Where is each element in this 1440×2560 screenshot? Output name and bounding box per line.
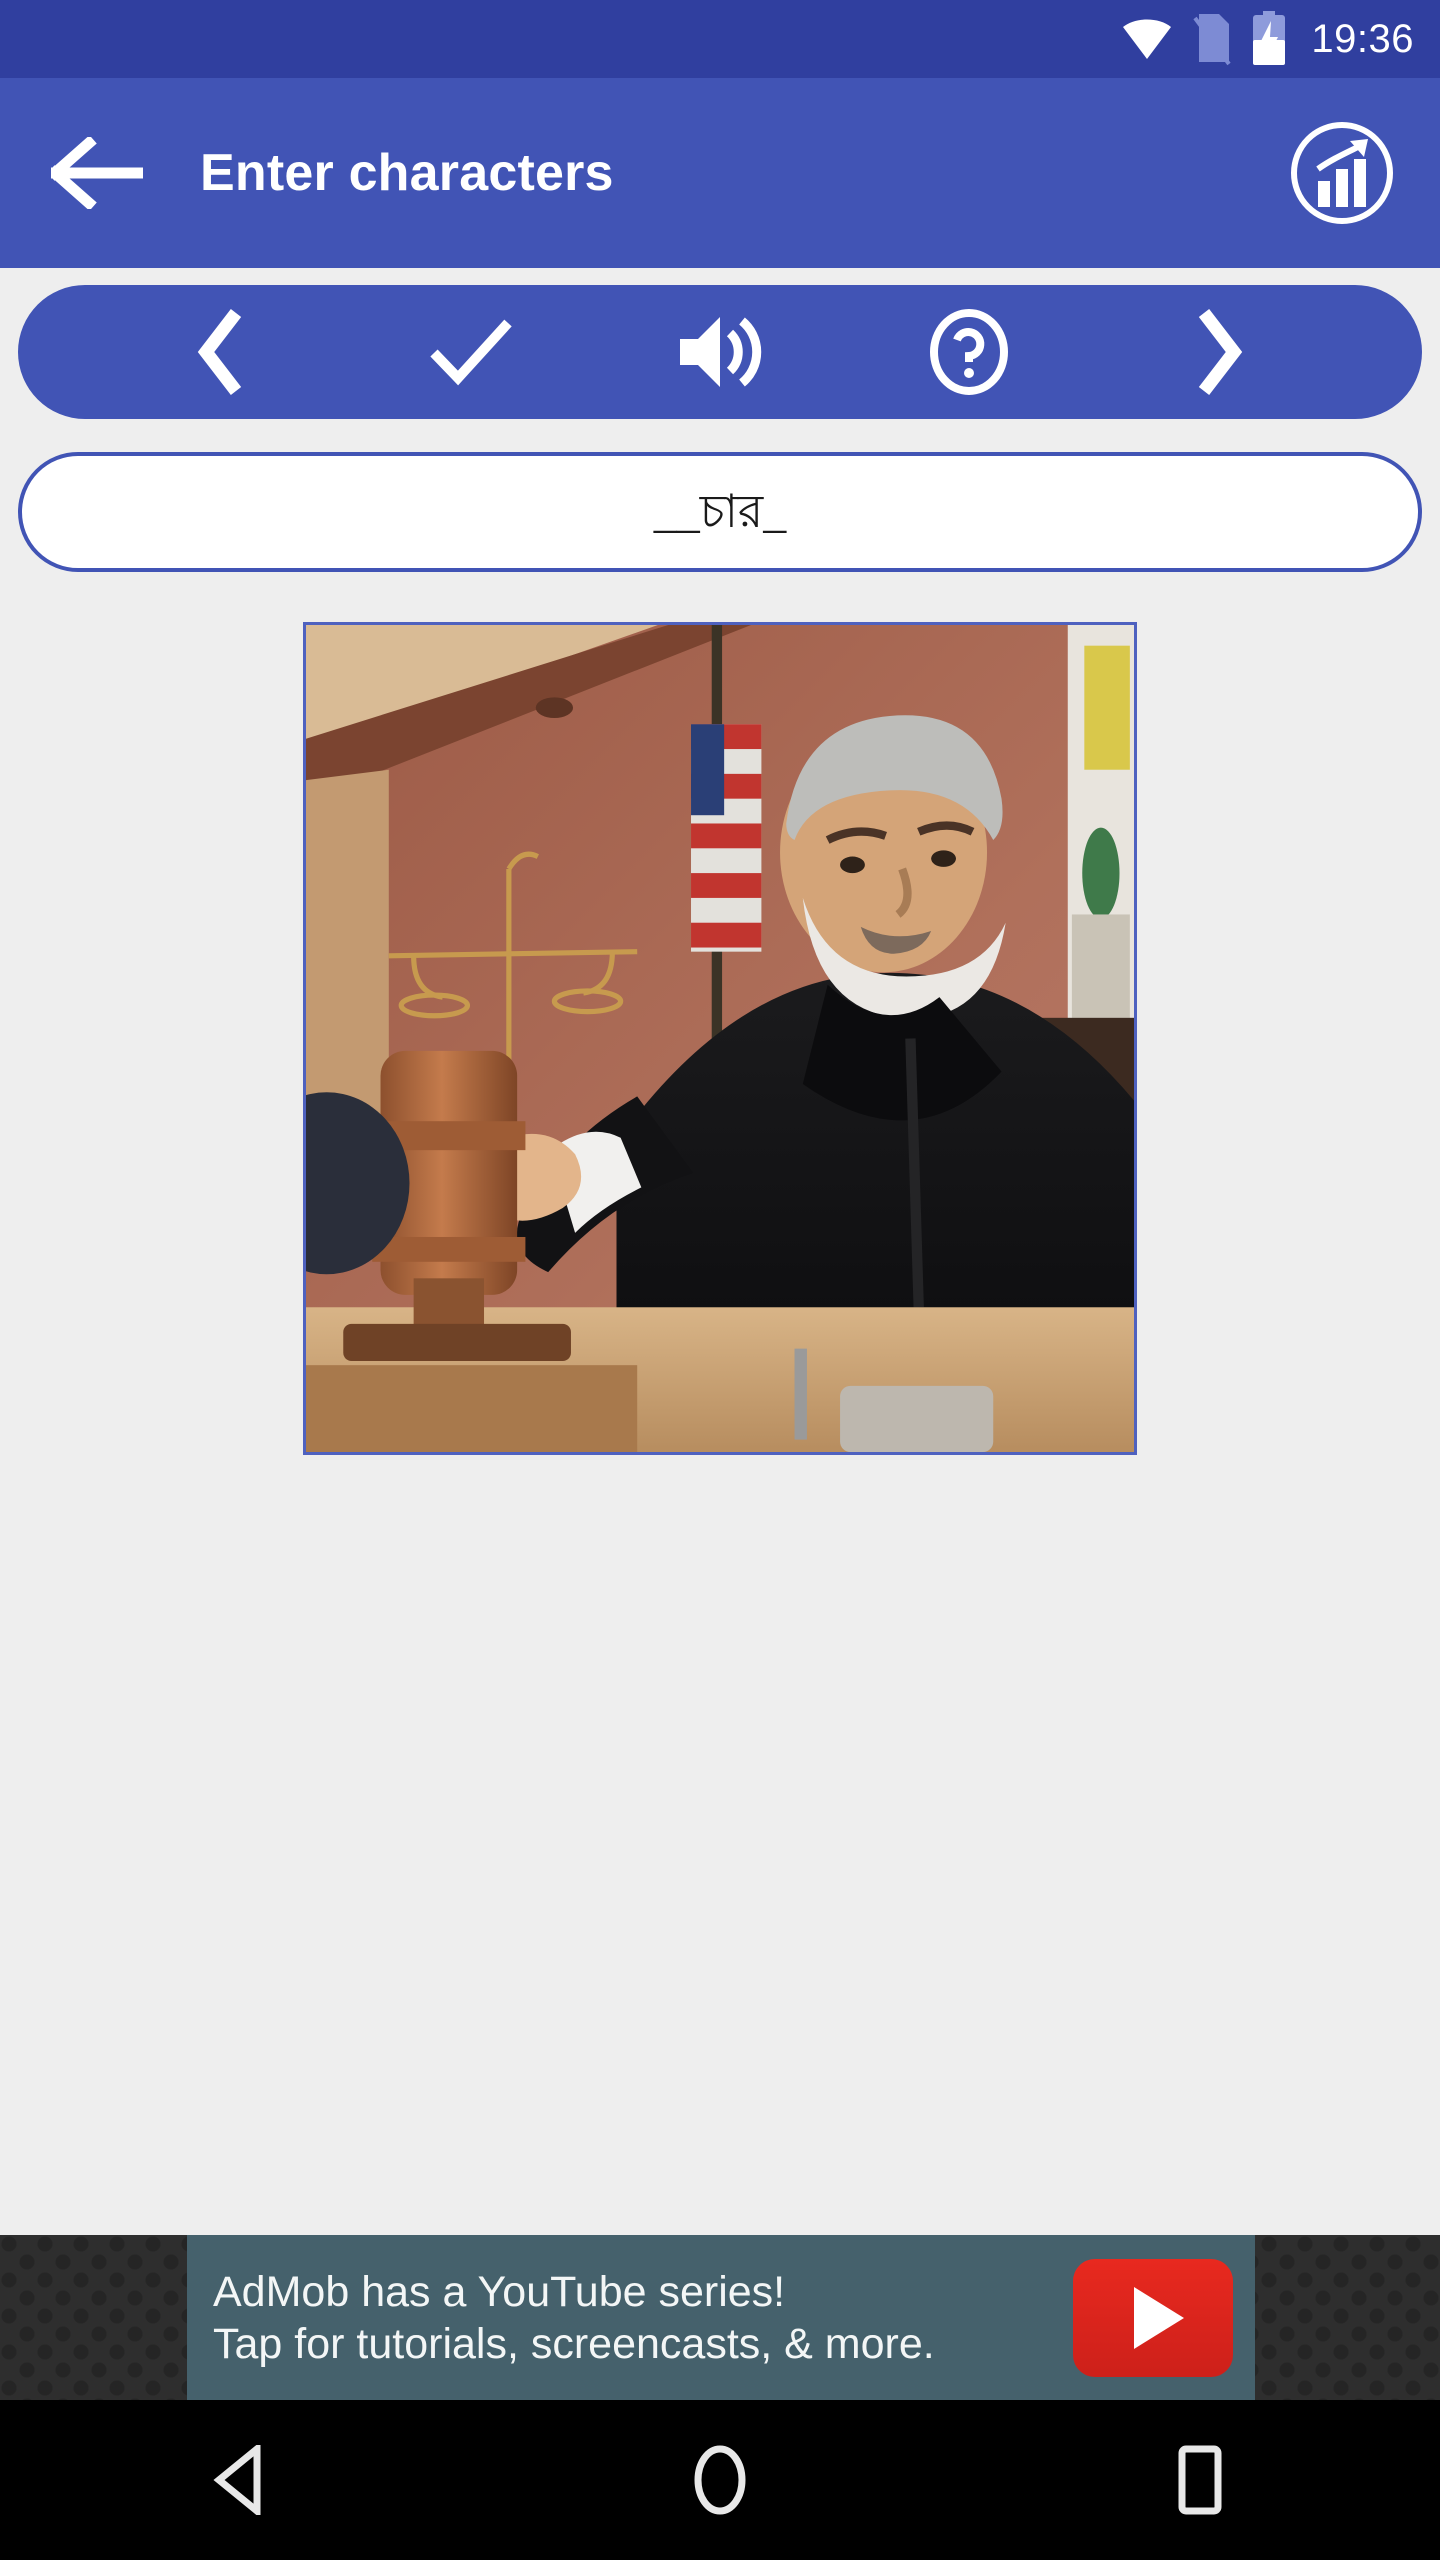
app-screen: 19:36 Enter characters __চার_ AdMob has … bbox=[0, 0, 1440, 2560]
status-bar-clock: 19:36 bbox=[1311, 17, 1414, 61]
action-toolbar bbox=[18, 285, 1422, 419]
checkmark-icon[interactable] bbox=[419, 300, 523, 404]
answer-input[interactable]: __চার_ bbox=[18, 452, 1422, 572]
ad-container: AdMob has a YouTube series! Tap for tuto… bbox=[0, 2235, 1440, 2400]
triangle-back-icon[interactable] bbox=[165, 2405, 315, 2555]
chevron-left-icon[interactable] bbox=[170, 300, 274, 404]
answer-input-value: __চার_ bbox=[653, 486, 787, 537]
page-title: Enter characters bbox=[200, 144, 614, 202]
chevron-right-icon[interactable] bbox=[1166, 300, 1270, 404]
wifi-icon bbox=[1121, 17, 1173, 61]
ad-subline: Tap for tutorials, screencasts, & more. bbox=[213, 2319, 935, 2368]
bar-chart-progress-icon[interactable] bbox=[1282, 113, 1402, 233]
admob-banner[interactable]: AdMob has a YouTube series! Tap for tuto… bbox=[187, 2235, 1255, 2400]
battery-charging-icon bbox=[1249, 11, 1289, 67]
app-bar: Enter characters bbox=[0, 78, 1440, 268]
ad-text-block: AdMob has a YouTube series! Tap for tuto… bbox=[213, 2266, 1073, 2370]
speaker-volume-icon[interactable] bbox=[668, 300, 772, 404]
back-arrow-icon[interactable] bbox=[22, 98, 172, 248]
system-nav-bar bbox=[0, 2400, 1440, 2560]
question-mark-circle-icon[interactable] bbox=[917, 300, 1021, 404]
play-triangle-shape bbox=[1134, 2286, 1184, 2349]
status-bar: 19:36 bbox=[0, 0, 1440, 78]
square-recents-icon[interactable] bbox=[1125, 2405, 1275, 2555]
ad-headline: AdMob has a YouTube series! bbox=[213, 2267, 786, 2316]
no-sim-icon bbox=[1189, 12, 1233, 66]
circle-home-icon[interactable] bbox=[645, 2405, 795, 2555]
word-illustration-image bbox=[303, 622, 1137, 1455]
youtube-play-icon[interactable] bbox=[1073, 2258, 1233, 2377]
